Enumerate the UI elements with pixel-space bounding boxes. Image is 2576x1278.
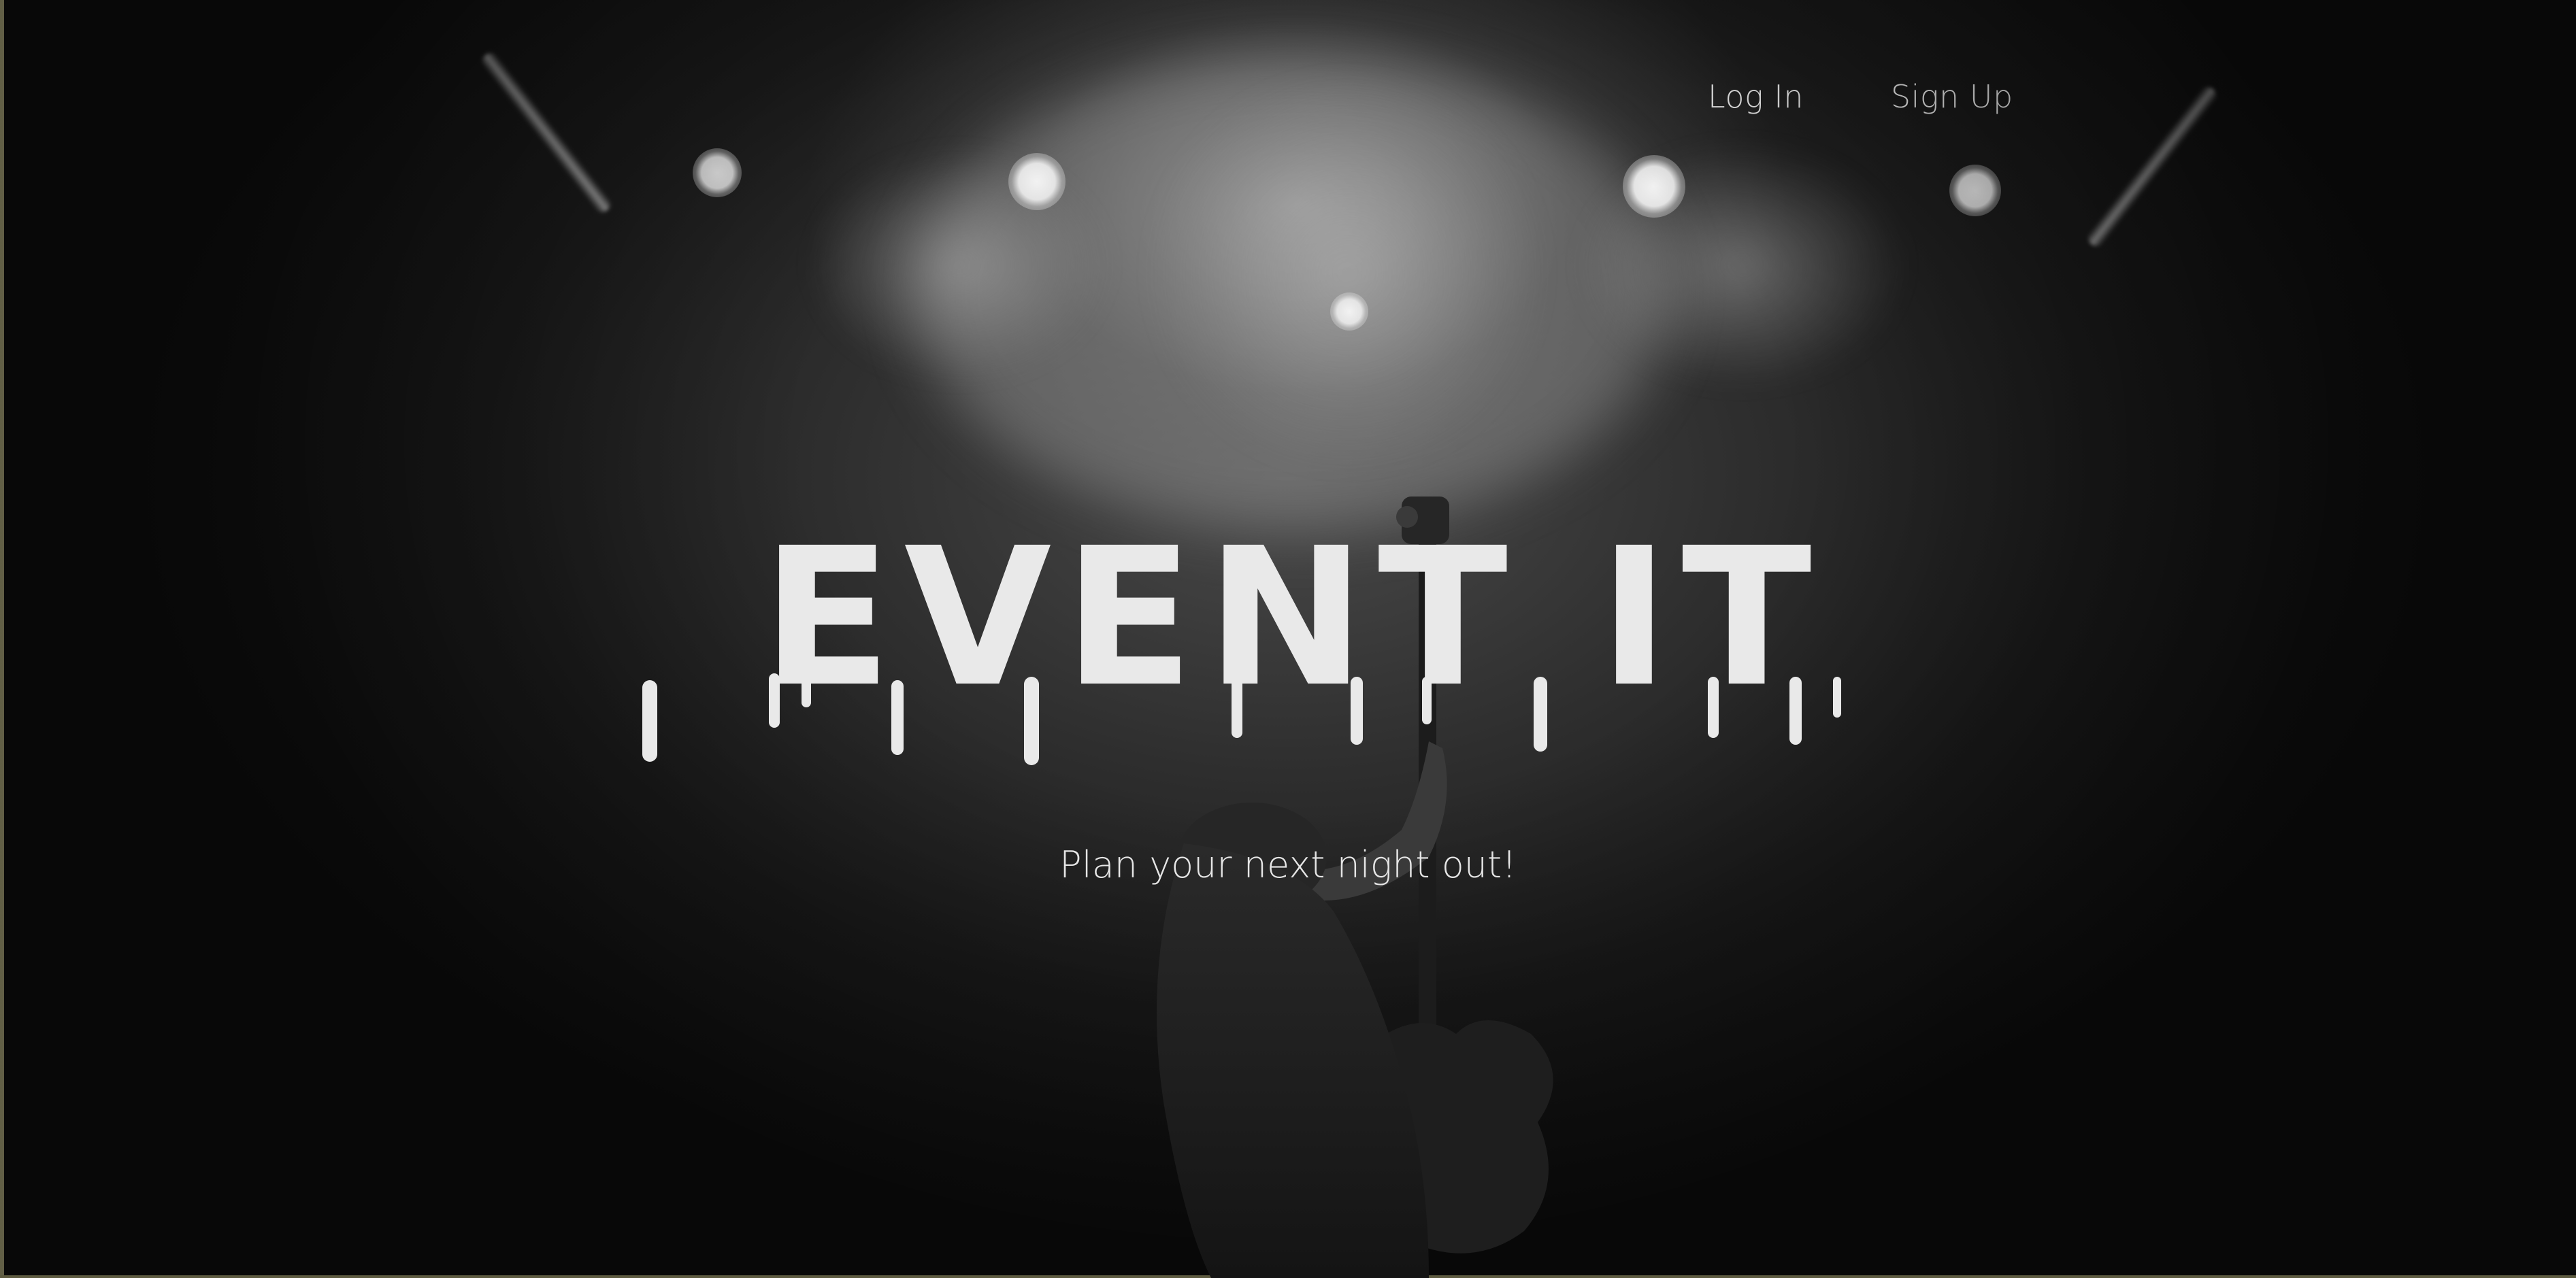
stage-spotlight bbox=[1330, 292, 1368, 331]
stage-spotlight bbox=[1623, 155, 1685, 218]
logo-text: EVENT IT bbox=[761, 524, 1823, 729]
top-navigation: Log In Sign Up bbox=[1708, 78, 2013, 115]
event-it-logo: EVENT IT bbox=[642, 524, 1841, 765]
hero-section: EVENT IT Log In Sign Up Plan your next n… bbox=[0, 0, 2576, 1278]
stage-spotlight bbox=[1008, 153, 1066, 210]
tagline: Plan your next night out! bbox=[1059, 843, 1517, 886]
signup-link[interactable]: Sign Up bbox=[1891, 78, 2013, 115]
login-link[interactable]: Log In bbox=[1708, 78, 1804, 115]
lighting-truss bbox=[2084, 83, 2220, 250]
lighting-truss bbox=[478, 49, 614, 216]
stage-spotlight bbox=[1949, 165, 2001, 216]
left-edge-border bbox=[0, 0, 4, 1278]
stage-light-beam bbox=[1157, 82, 1538, 463]
stage-spotlight bbox=[693, 148, 742, 197]
